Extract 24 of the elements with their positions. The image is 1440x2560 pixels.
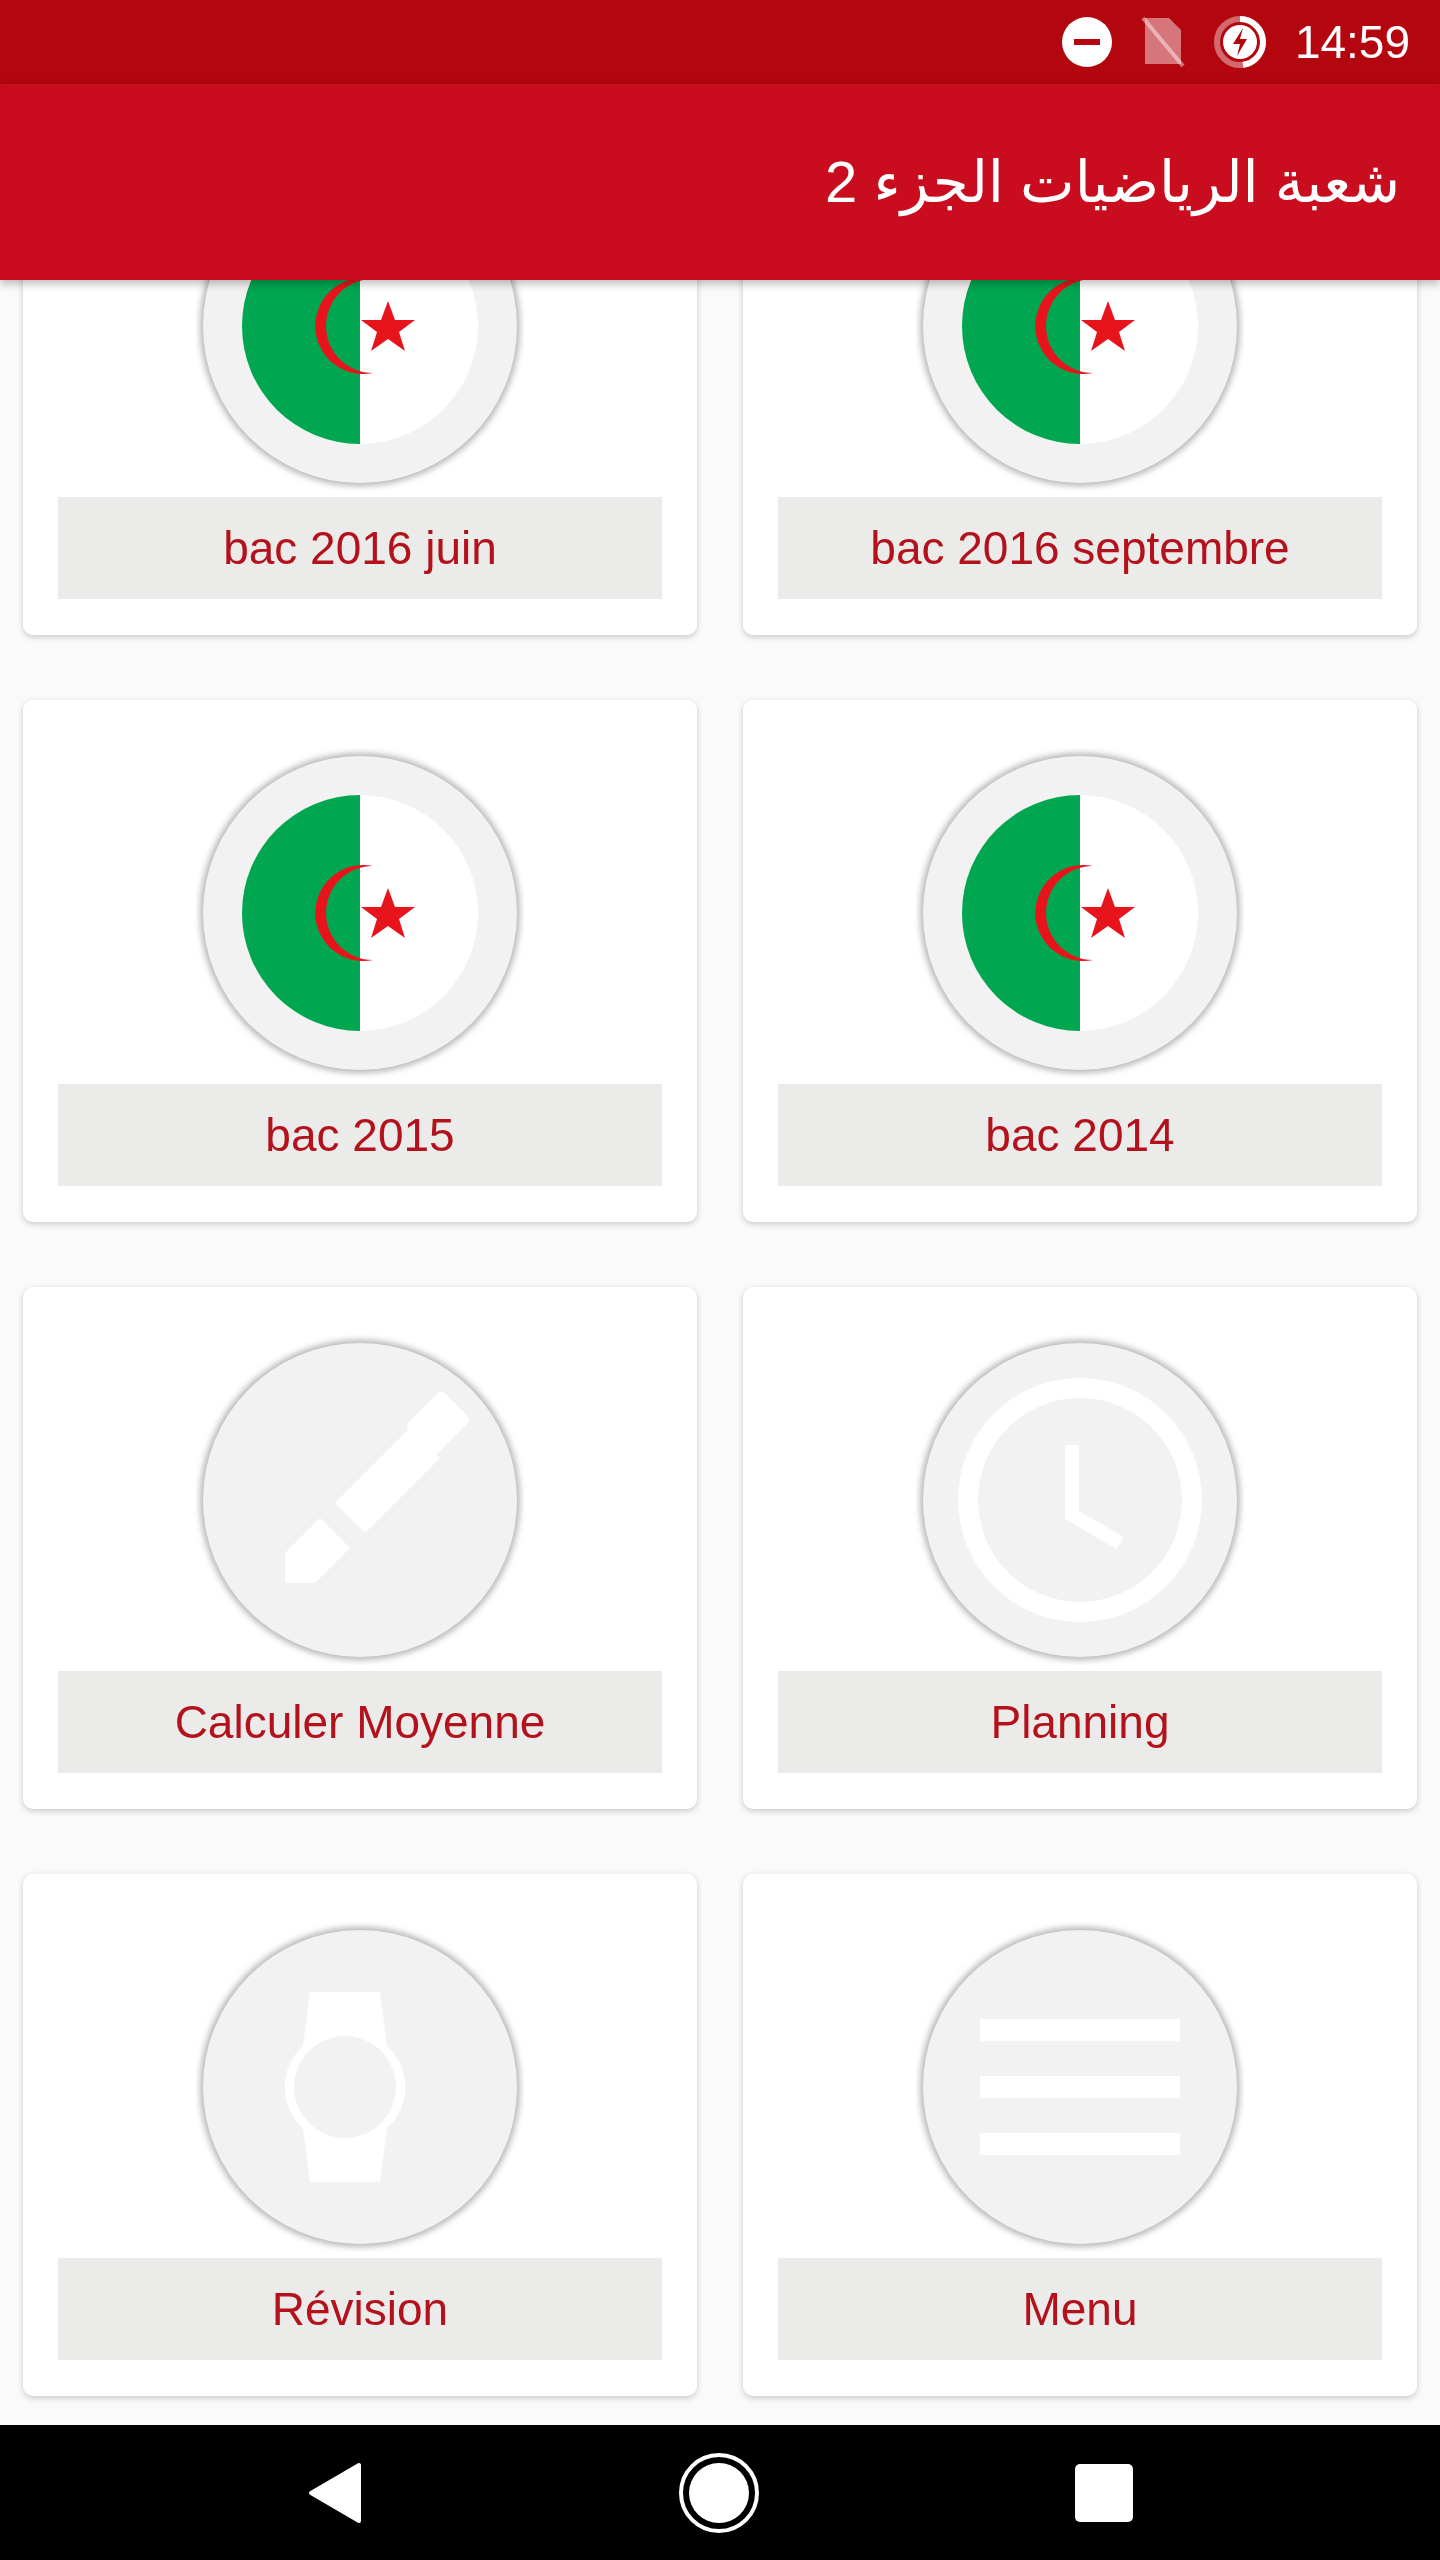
tile-card[interactable]: bac 2016 septembre [743,280,1417,635]
tile-label: Planning [778,1671,1382,1773]
app-title: شعبة الرياضيات الجزء 2 [825,148,1400,216]
tile-label: Calculer Moyenne [58,1671,662,1773]
tile-card[interactable]: Révision [23,1874,697,2396]
clock-time: 14:59 [1294,15,1410,69]
tile-card[interactable]: Calculer Moyenne [23,1287,697,1809]
tile-label: bac 2016 septembre [778,497,1382,599]
tile-card[interactable]: bac 2016 juin [23,280,697,635]
tile-label: bac 2015 [58,1084,662,1186]
battery-charging-icon [1212,15,1267,69]
recents-icon[interactable] [1074,2463,1133,2522]
back-icon[interactable] [307,2460,364,2525]
tile-card[interactable]: Planning [743,1287,1417,1809]
tile-card[interactable]: bac 2015 [23,700,697,1222]
home-icon[interactable] [678,2451,760,2534]
tile-label: bac 2016 juin [58,497,662,599]
tile-label: bac 2014 [778,1084,1382,1186]
no-sim-icon [1140,16,1185,68]
tile-label: Menu [778,2258,1382,2360]
tile-card[interactable]: bac 2014 [743,700,1417,1222]
tile-label: Révision [58,2258,662,2360]
do-not-disturb-icon [1060,16,1113,68]
tile-card[interactable]: Menu [743,1874,1417,2396]
